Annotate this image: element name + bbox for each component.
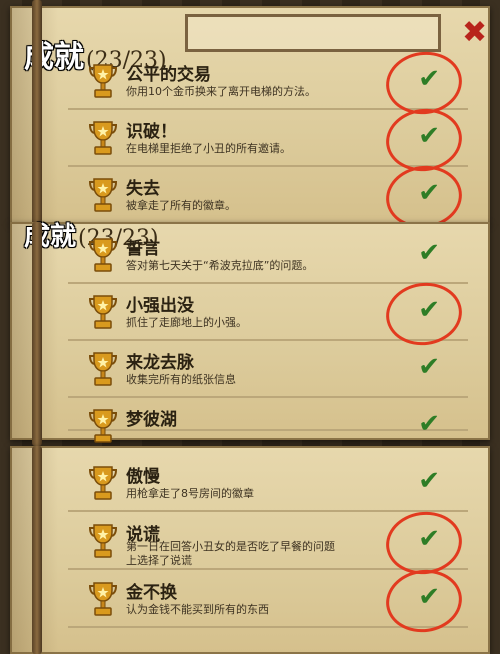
trophy-icon <box>88 295 118 329</box>
close-button[interactable]: ✖ <box>462 18 487 48</box>
achievement-row: 说谎 第一日在回答小丑女的是否吃了早餐的问题上选择了说谎 ✔ <box>68 507 468 579</box>
scroll-pole <box>32 0 42 230</box>
trophy-icon <box>88 121 118 155</box>
achievement-name: 识破！ <box>126 122 177 142</box>
achievement-panel-middle: 成就(23/23) 誓言 答对第七天关于“希波克拉底”的问题。 ✔ 小强出没 抓… <box>10 222 490 443</box>
trophy-icon <box>88 352 118 386</box>
title-frame <box>185 14 441 52</box>
achievement-description: 你用10个金币换来了离开电梯的方法。 <box>126 85 316 98</box>
achievement-row: 识破！ 在电梯里拒绝了小丑的所有邀请。 ✔ <box>68 104 468 176</box>
trophy-icon <box>88 238 118 272</box>
check-icon: ✔ <box>418 295 440 325</box>
achievement-description: 收集完所有的纸张信息 <box>126 373 236 386</box>
achievement-name: 来龙去脉 <box>126 353 194 373</box>
check-icon: ✔ <box>418 121 440 151</box>
achievement-panel-top: 成就(23/23) ✖ 公平的交易 你用10个金币换来了离开电梯的方法。 ✔ 识… <box>10 6 490 233</box>
achievement-description: 用枪拿走了8号房间的徽章 <box>126 487 254 500</box>
check-icon: ✔ <box>418 582 440 612</box>
achievement-row: 小强出没 抓住了走廊地上的小强。 ✔ <box>68 278 468 350</box>
check-icon: ✔ <box>418 352 440 382</box>
achievement-name: 傲慢 <box>126 467 160 487</box>
achievement-name: 公平的交易 <box>126 65 211 85</box>
achievement-description: 被拿走了所有的徽章。 <box>126 199 236 212</box>
check-icon: ✔ <box>418 178 440 208</box>
scroll-pole <box>32 446 42 654</box>
achievement-row: 誓言 答对第七天关于“希波克拉底”的问题。 ✔ <box>68 228 468 284</box>
trophy-icon <box>88 64 118 98</box>
check-icon: ✔ <box>418 409 440 439</box>
trophy-icon <box>88 466 118 500</box>
achievement-description: 答对第七天关于“希波克拉底”的问题。 <box>126 259 314 272</box>
trophy-icon <box>88 409 118 443</box>
achievement-row: 公平的交易 你用10个金币换来了离开电梯的方法。 ✔ <box>68 47 468 119</box>
check-icon: ✔ <box>418 64 440 94</box>
achievement-description: 抓住了走廊地上的小强。 <box>126 316 247 329</box>
achievement-name: 失去 <box>126 179 160 199</box>
achievement-name: 金不换 <box>126 583 177 603</box>
trophy-icon <box>88 178 118 212</box>
achievement-name: 誓言 <box>126 239 160 259</box>
achievement-name: 梦彼湖 <box>126 410 177 430</box>
achievement-name: 小强出没 <box>126 296 194 316</box>
check-icon: ✔ <box>418 238 440 268</box>
achievement-row: 梦彼湖 ✔ <box>68 399 468 443</box>
trophy-icon <box>88 524 118 558</box>
achievement-description: 第一日在回答小丑女的是否吃了早餐的问题上选择了说谎 <box>126 540 335 567</box>
achievement-panel-bottom: 傲慢 用枪拿走了8号房间的徽章 ✔ 说谎 第一日在回答小丑女的是否吃了早餐的问题… <box>10 446 490 654</box>
achievement-row: 金不换 认为金钱不能买到所有的东西 ✔ <box>68 565 468 637</box>
check-icon: ✔ <box>418 524 440 554</box>
check-icon: ✔ <box>418 466 440 496</box>
achievement-description: 在电梯里拒绝了小丑的所有邀请。 <box>126 142 291 155</box>
achievement-description: 认为金钱不能买到所有的东西 <box>126 603 269 616</box>
achievement-row: 来龙去脉 收集完所有的纸张信息 ✔ <box>68 342 468 398</box>
scroll-pole <box>32 222 42 446</box>
achievement-row: 傲慢 用枪拿走了8号房间的徽章 ✔ <box>68 456 468 512</box>
trophy-icon <box>88 582 118 616</box>
